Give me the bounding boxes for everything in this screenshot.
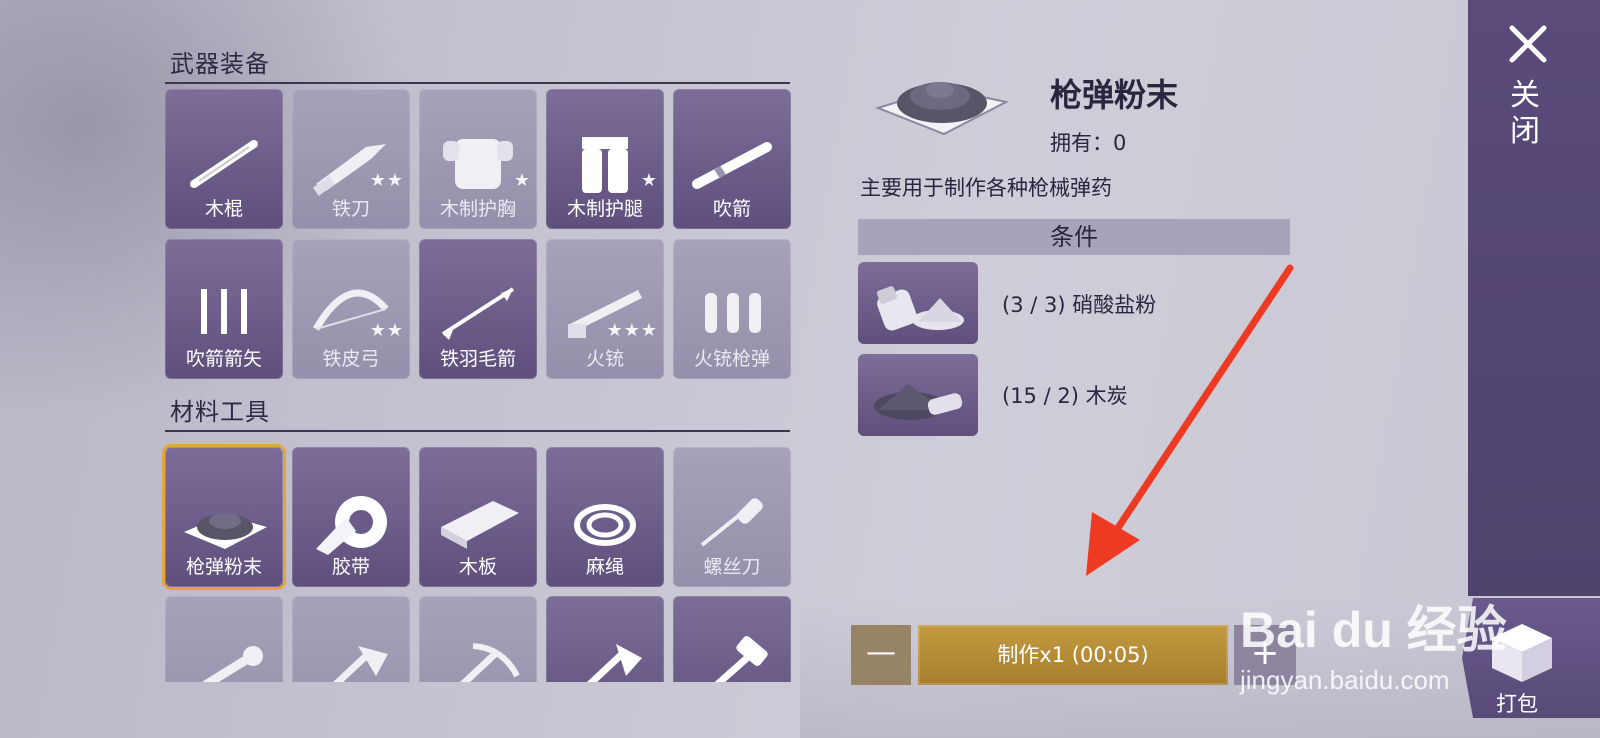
item-tile[interactable]: 螺丝刀: [673, 447, 791, 587]
item-tile[interactable]: [165, 596, 283, 682]
item-label: 木棍: [204, 198, 243, 220]
pickaxe-icon: [459, 643, 520, 682]
watermark-url: jingyan.baidu.com: [1240, 665, 1450, 695]
bullets-icon: [705, 293, 761, 333]
close-icon[interactable]: [1506, 22, 1550, 66]
item-tile[interactable]: 胶带: [292, 447, 410, 587]
tape-icon: [316, 496, 387, 555]
item-tile[interactable]: [546, 596, 664, 682]
arrow-icon: [441, 287, 515, 340]
craft-button[interactable]: 制作x1 (00:05): [918, 625, 1228, 685]
powder-icon: [184, 513, 267, 549]
item-tile[interactable]: 吹箭: [673, 89, 791, 229]
leg-armor-icon: [582, 137, 628, 193]
darts-icon: [201, 289, 247, 334]
rarity-stars: ★★: [369, 170, 404, 191]
item-label: 铁皮弓: [322, 348, 380, 370]
screwdriver-icon: [700, 498, 763, 547]
item-tile[interactable]: ★★ 铁皮弓: [292, 239, 410, 379]
item-tile[interactable]: ★ 木制护胸: [419, 89, 537, 229]
item-tile[interactable]: 铁羽毛箭: [419, 239, 537, 379]
item-tile[interactable]: 木板: [419, 447, 537, 587]
requirement-tile[interactable]: [858, 262, 978, 344]
item-tile[interactable]: 火铳枪弹: [673, 239, 791, 379]
section-divider: [165, 82, 790, 84]
item-label: 木板: [458, 556, 497, 578]
item-label: 枪弹粉末: [185, 556, 262, 578]
item-tile[interactable]: ★★ 铁刀: [292, 89, 410, 229]
section-divider: [165, 430, 790, 432]
nitrate-powder-icon: [876, 286, 964, 331]
owned-count: 拥有：0: [1050, 131, 1127, 155]
item-label: 胶带: [331, 556, 370, 578]
wrench-icon: [201, 646, 263, 682]
rarity-stars: ★★: [369, 320, 404, 341]
rope-icon: [574, 504, 636, 546]
close-label: 关闭: [1510, 78, 1540, 149]
item-tile[interactable]: 吹箭箭矢: [165, 239, 283, 379]
item-tile[interactable]: 木棍: [165, 89, 283, 229]
item-title: 枪弹粉末: [1050, 76, 1179, 114]
pack-label: 打包: [1496, 692, 1538, 716]
item-tile[interactable]: ★ 木制护腿: [546, 89, 664, 229]
rarity-stars: ★: [513, 170, 531, 191]
item-label: 铁刀: [331, 198, 370, 220]
item-tile[interactable]: [419, 596, 537, 682]
stone-axe-icon: [586, 644, 642, 682]
hammer-icon: [714, 636, 768, 682]
rarity-stars: ★★★: [606, 320, 658, 341]
rarity-stars: ★: [640, 170, 658, 191]
item-label: 火铳枪弹: [693, 348, 770, 370]
item-tile[interactable]: 麻绳: [546, 447, 664, 587]
chest-armor-icon: [443, 139, 513, 189]
item-label: 火铳: [585, 348, 624, 370]
item-label: 吹箭: [712, 198, 751, 220]
powder-icon: [874, 82, 1009, 136]
item-label: 麻绳: [585, 556, 624, 578]
item-description: 主要用于制作各种枪械弹药: [860, 176, 1112, 200]
axe-icon: [333, 646, 388, 682]
item-tile[interactable]: 枪弹粉末: [165, 447, 283, 587]
decrease-quantity-button[interactable]: —: [851, 625, 911, 685]
conditions-header: 条件: [858, 219, 1290, 255]
section-title-materials: 材料工具: [170, 398, 270, 426]
blowgun-icon: [692, 142, 772, 189]
requirement-tile[interactable]: [858, 354, 978, 436]
item-tile[interactable]: [673, 596, 791, 682]
item-label: 木制护腿: [566, 198, 643, 220]
stick-icon: [190, 140, 258, 188]
requirement-text: (3 / 3) 硝酸盐粉: [1002, 293, 1157, 317]
item-label: 螺丝刀: [703, 556, 761, 578]
watermark-brand: Bai du 经验: [1240, 602, 1507, 658]
tools-row-clip: [165, 596, 795, 682]
item-tile[interactable]: ★★★ 火铳: [546, 239, 664, 379]
section-title-weapons: 武器装备: [170, 50, 270, 78]
item-tile[interactable]: [292, 596, 410, 682]
charcoal-icon: [874, 384, 963, 420]
item-label: 吹箭箭矢: [185, 348, 262, 370]
item-label: 木制护胸: [439, 198, 516, 220]
requirement-text: (15 / 2) 木炭: [1002, 384, 1128, 408]
plank-icon: [441, 501, 519, 549]
item-label: 铁羽毛箭: [439, 348, 516, 370]
